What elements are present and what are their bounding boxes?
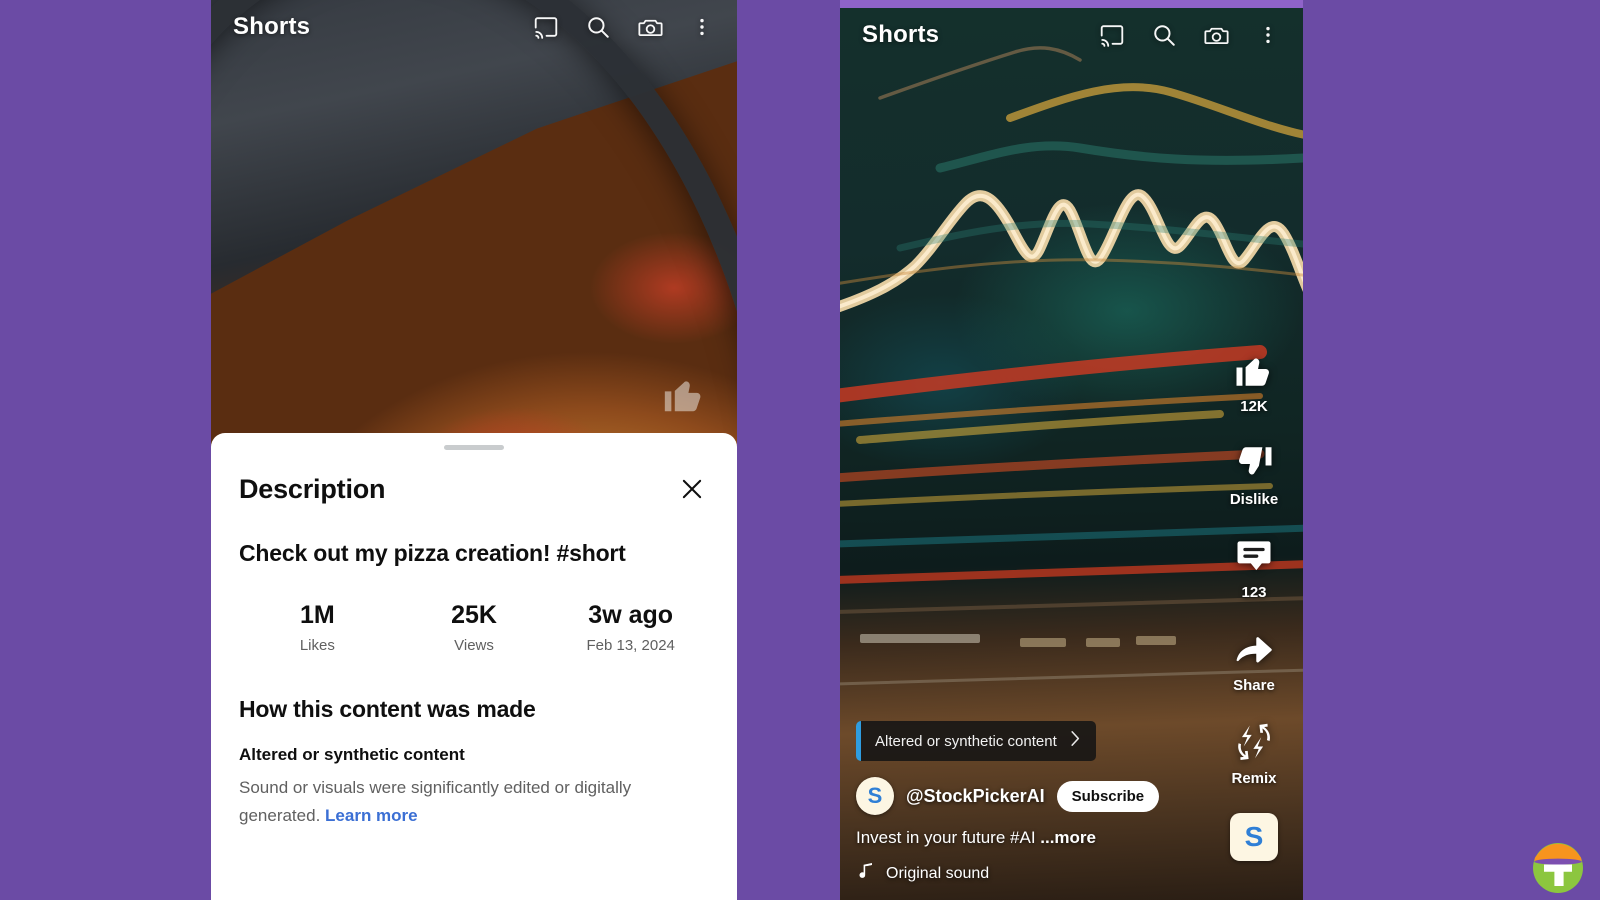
music-note-icon: [856, 862, 875, 886]
channel-row: S @StockPickerAI Subscribe: [856, 777, 1285, 815]
stat-label: Likes: [299, 637, 335, 654]
camera-icon[interactable]: [1199, 18, 1233, 52]
subscribe-button[interactable]: Subscribe: [1056, 780, 1160, 812]
camera-icon[interactable]: [633, 10, 667, 44]
section-title-how-made: How this content was made: [239, 696, 536, 722]
more-vertical-icon[interactable]: [1251, 18, 1285, 52]
stat-value: 25K: [451, 601, 497, 629]
stat-date: 3w ago Feb 13, 2024: [552, 601, 709, 654]
comment-icon: [1234, 534, 1274, 578]
dislike-button[interactable]: Dislike: [1230, 441, 1278, 508]
video-stats-row: 1M Likes 25K Views 3w ago Feb 13, 2024: [239, 601, 709, 654]
like-button[interactable]: 12K: [1233, 348, 1275, 415]
search-icon[interactable]: [581, 10, 615, 44]
left-phone-frame: Shorts Description Check out my pizza cr…: [211, 0, 737, 900]
stat-label: Views: [454, 637, 494, 654]
disclosure-text: Sound or visuals were significantly edit…: [239, 778, 632, 825]
caption-more-link[interactable]: ...more: [1040, 828, 1096, 847]
t-logo: [1532, 842, 1584, 894]
search-icon[interactable]: [1147, 18, 1181, 52]
share-label: Share: [1233, 677, 1275, 694]
avatar[interactable]: S: [856, 777, 894, 815]
synthetic-content-badge[interactable]: Altered or synthetic content: [856, 721, 1096, 761]
video-title: Check out my pizza creation! #short: [239, 540, 626, 566]
cast-icon[interactable]: [529, 10, 563, 44]
stat-value: 1M: [299, 601, 335, 629]
right-phone-top-band: [840, 0, 1303, 8]
disclosure-text-block: Sound or visuals were significantly edit…: [239, 774, 709, 829]
page-title: Description: [239, 473, 386, 504]
comment-count: 123: [1241, 584, 1267, 601]
left-topbar: Shorts: [211, 0, 737, 54]
screenshot-canvas: Shorts Description Check out my pizza cr…: [0, 0, 1600, 900]
thumbs-up-icon: [1233, 348, 1275, 392]
stat-value: 3w ago: [588, 601, 674, 629]
learn-more-link[interactable]: Learn more: [325, 806, 418, 825]
like-count: 12K: [1240, 398, 1268, 415]
video-caption[interactable]: Invest in your future #AI ...more: [856, 828, 1285, 848]
description-header: Description: [239, 472, 709, 506]
channel-handle[interactable]: @StockPickerAI: [906, 786, 1045, 807]
caption-text: Invest in your future #AI: [856, 828, 1041, 847]
chevron-right-icon: [1069, 730, 1082, 752]
thumbs-up-icon[interactable]: [661, 371, 707, 422]
sound-row[interactable]: Original sound: [856, 862, 1285, 886]
stat-label: Feb 13, 2024: [586, 637, 675, 654]
sound-label: Original sound: [886, 865, 990, 882]
more-vertical-icon[interactable]: [685, 10, 719, 44]
comments-button[interactable]: 123: [1234, 534, 1274, 601]
share-icon: [1233, 627, 1275, 671]
description-bottom-sheet: Description Check out my pizza creation!…: [211, 433, 737, 900]
stat-likes: 1M Likes: [239, 601, 396, 654]
disclosure-heading: Altered or synthetic content: [239, 745, 465, 764]
dislike-label: Dislike: [1229, 491, 1279, 508]
shorts-brand-label: Shorts: [233, 13, 311, 40]
thumbs-down-icon: [1233, 441, 1275, 485]
cast-icon[interactable]: [1095, 18, 1129, 52]
video-info-overlay: Altered or synthetic content S @StockPic…: [840, 721, 1303, 900]
close-icon[interactable]: [675, 472, 709, 506]
share-button[interactable]: Share: [1233, 627, 1275, 694]
sheet-drag-handle[interactable]: [444, 445, 504, 450]
right-topbar: Shorts: [840, 8, 1303, 62]
shorts-brand-label: Shorts: [862, 21, 940, 48]
stat-views: 25K Views: [396, 601, 553, 654]
right-phone-frame: Shorts 12K Dislike 123 Share Remix S Alt…: [840, 8, 1303, 900]
status-badge: Altered or synthetic content: [875, 732, 1057, 750]
